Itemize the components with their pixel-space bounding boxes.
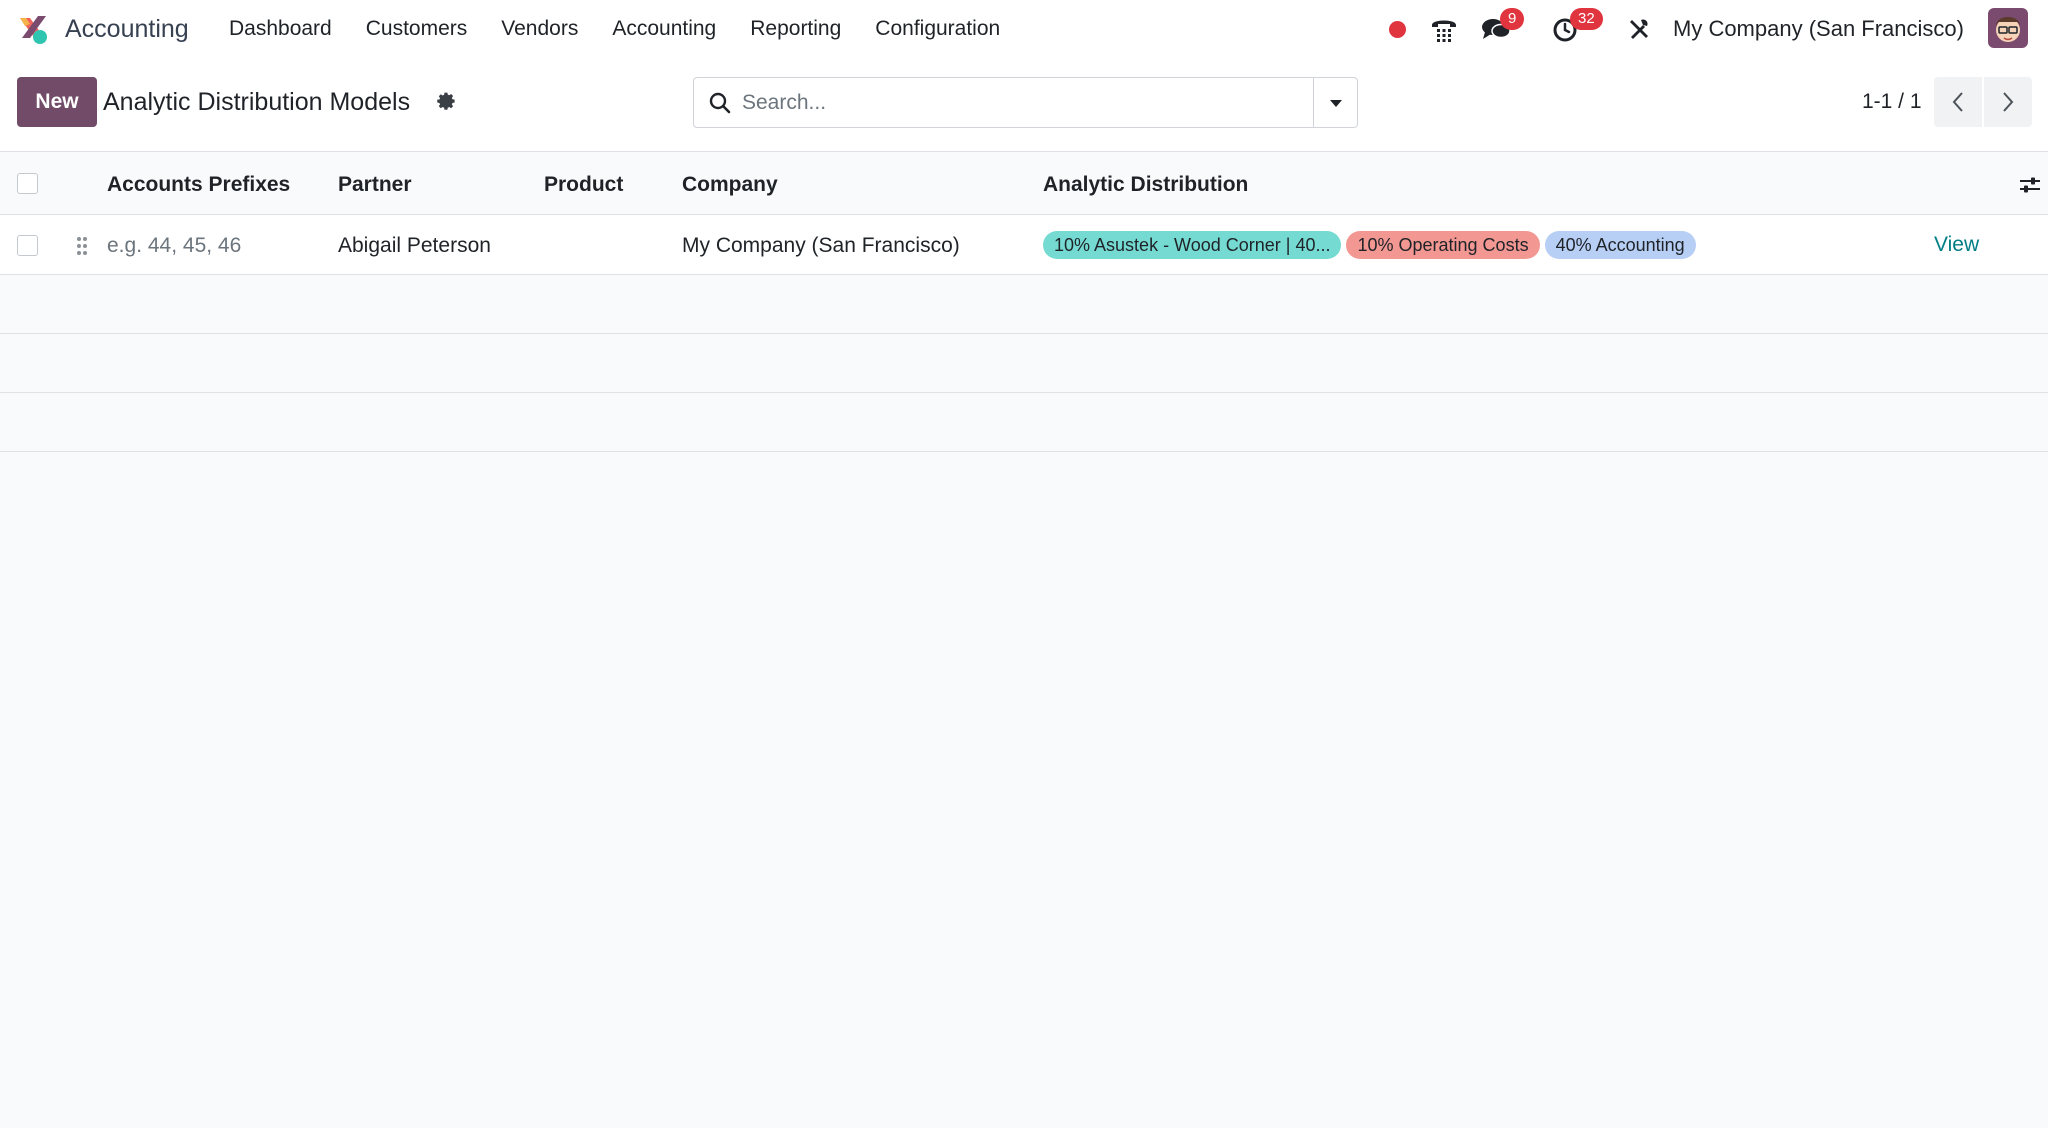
company-cell[interactable]: My Company (San Francisco) bbox=[682, 233, 960, 259]
drag-handle-icon[interactable] bbox=[75, 235, 89, 257]
pager-next-button[interactable] bbox=[1984, 77, 2032, 127]
chevron-right-icon bbox=[2003, 92, 2014, 112]
menu-dashboard[interactable]: Dashboard bbox=[229, 16, 332, 42]
pager-value[interactable]: 1-1 / 1 bbox=[1862, 89, 1922, 115]
view-button[interactable]: View bbox=[1934, 232, 1979, 258]
table-row[interactable]: e.g. 44, 45, 46 Abigail Peterson My Comp… bbox=[0, 215, 2048, 275]
partner-cell[interactable]: Abigail Peterson bbox=[338, 233, 491, 259]
control-panel: New Analytic Distribution Models 1-1 / 1 bbox=[0, 58, 2048, 152]
pager-previous-button[interactable] bbox=[1934, 77, 1982, 127]
distribution-tag[interactable]: 10% Asustek - Wood Corner | 40... bbox=[1043, 231, 1342, 259]
activities-badge: 32 bbox=[1570, 8, 1603, 30]
distribution-tag[interactable]: 10% Operating Costs bbox=[1346, 231, 1540, 259]
caret-down-icon bbox=[1329, 99, 1342, 107]
top-menu: Dashboard Customers Vendors Accounting R… bbox=[229, 16, 1034, 42]
empty-row bbox=[0, 393, 2048, 452]
new-button[interactable]: New bbox=[17, 77, 97, 127]
search-icon bbox=[709, 92, 731, 114]
main-navbar: Accounting Dashboard Customers Vendors A… bbox=[0, 0, 2048, 58]
company-switcher[interactable]: My Company (San Francisco) bbox=[1673, 16, 1964, 42]
accounting-app-logo-icon[interactable] bbox=[16, 12, 50, 46]
column-company[interactable]: Company bbox=[682, 172, 778, 198]
phone-icon[interactable] bbox=[1428, 0, 1460, 58]
chevron-left-icon bbox=[1952, 92, 1963, 112]
messages-badge: 9 bbox=[1500, 8, 1525, 30]
debug-tools-icon[interactable] bbox=[1624, 0, 1654, 58]
menu-customers[interactable]: Customers bbox=[366, 16, 468, 42]
row-checkbox[interactable] bbox=[17, 235, 38, 256]
menu-vendors[interactable]: Vendors bbox=[501, 16, 578, 42]
gear-icon[interactable] bbox=[436, 91, 458, 113]
app-name[interactable]: Accounting bbox=[65, 14, 189, 44]
menu-accounting[interactable]: Accounting bbox=[612, 16, 716, 42]
empty-row bbox=[0, 275, 2048, 334]
search-options-toggle[interactable] bbox=[1313, 78, 1357, 127]
table-header: Accounts Prefixes Partner Product Compan… bbox=[0, 153, 2048, 215]
column-analytic-distribution[interactable]: Analytic Distribution bbox=[1043, 172, 1248, 198]
search-bar bbox=[693, 77, 1358, 128]
recording-indicator-icon[interactable] bbox=[1386, 0, 1408, 58]
analytic-distribution-cell[interactable]: 10% Asustek - Wood Corner | 40... 10% Op… bbox=[1043, 231, 1696, 259]
column-accounts-prefixes[interactable]: Accounts Prefixes bbox=[107, 172, 290, 198]
empty-row bbox=[0, 334, 2048, 393]
menu-reporting[interactable]: Reporting bbox=[750, 16, 841, 42]
distribution-tag[interactable]: 40% Accounting bbox=[1544, 231, 1696, 259]
menu-configuration[interactable]: Configuration bbox=[875, 16, 1000, 42]
search-input[interactable] bbox=[742, 86, 1302, 120]
list-view: Accounts Prefixes Partner Product Compan… bbox=[0, 153, 2048, 452]
page-title: Analytic Distribution Models bbox=[103, 88, 411, 116]
select-all-checkbox[interactable] bbox=[17, 173, 38, 194]
column-settings-icon[interactable] bbox=[2018, 173, 2042, 197]
user-avatar[interactable] bbox=[1988, 8, 2028, 48]
accounts-prefixes-cell[interactable]: e.g. 44, 45, 46 bbox=[107, 233, 241, 259]
column-product[interactable]: Product bbox=[544, 172, 623, 198]
column-partner[interactable]: Partner bbox=[338, 172, 412, 198]
